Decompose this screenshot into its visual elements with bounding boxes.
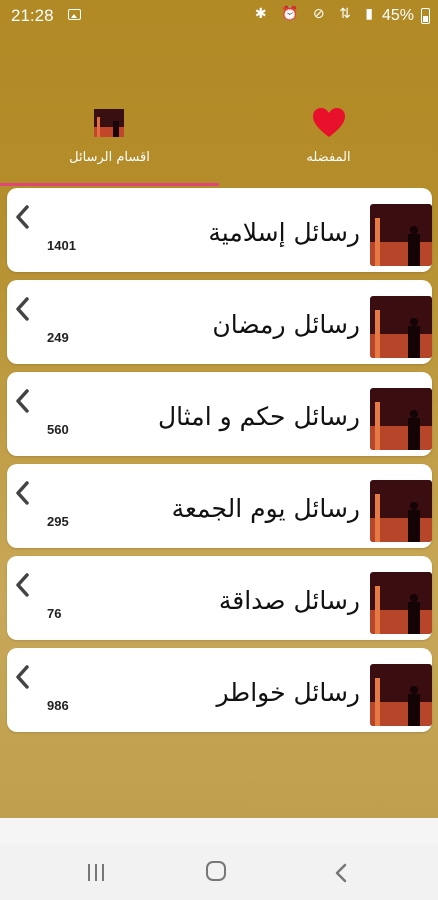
chevron-left-icon — [16, 665, 29, 689]
category-image-icon — [94, 109, 124, 137]
message-count: 249 — [47, 330, 69, 345]
mosque-thumbnail-icon — [370, 204, 432, 266]
back-icon[interactable] — [332, 862, 350, 884]
category-card[interactable]: 560 رسائل حكم و امثال — [7, 372, 432, 456]
home-icon[interactable] — [206, 861, 226, 881]
mosque-thumbnail-icon — [370, 480, 432, 542]
category-title: رسائل حكم و امثال — [157, 402, 360, 431]
tab-categories-label: اقسام الرسائل — [69, 150, 150, 165]
mosque-thumbnail-icon — [370, 388, 432, 450]
mosque-thumbnail-icon — [370, 296, 432, 358]
tab-bar: اقسام الرسائل المفضله — [0, 100, 438, 186]
status-bar: 21:28 ✱ ⏰ ⊘ ⇅ ▮ 45% — [0, 0, 438, 32]
category-card[interactable]: 295 رسائل يوم الجمعة — [7, 464, 432, 548]
message-count: 1401 — [47, 238, 76, 253]
chevron-left-icon — [16, 389, 29, 413]
category-card[interactable]: 986 رسائل خواطر — [7, 648, 432, 732]
mosque-thumbnail-icon — [370, 664, 432, 726]
system-nav-bar — [0, 844, 438, 900]
status-icons: ✱ ⏰ ⊘ ⇅ ▮ — [254, 6, 378, 22]
chevron-left-icon — [16, 481, 29, 505]
chevron-left-icon — [16, 573, 29, 597]
mosque-thumbnail-icon — [370, 572, 432, 634]
recents-icon[interactable] — [86, 864, 108, 882]
battery-icon — [421, 8, 430, 24]
status-time: 21:28 — [11, 6, 54, 25]
heart-icon — [313, 108, 345, 137]
category-card[interactable]: 1401 رسائل إسلامية — [7, 188, 432, 272]
selected-tab-indicator — [0, 183, 219, 186]
message-count: 986 — [47, 698, 69, 713]
category-title: رسائل إسلامية — [208, 218, 360, 247]
tab-favorites-label: المفضله — [306, 150, 351, 165]
tab-categories[interactable]: اقسام الرسائل — [0, 100, 219, 186]
bottom-strip — [0, 818, 438, 844]
tab-favorites[interactable]: المفضله — [219, 100, 438, 186]
category-card[interactable]: 76 رسائل صداقة — [7, 556, 432, 640]
chevron-left-icon — [16, 297, 29, 321]
message-count: 560 — [47, 422, 69, 437]
category-title: رسائل صداقة — [218, 586, 360, 615]
chevron-left-icon — [16, 205, 29, 229]
message-count: 295 — [47, 514, 69, 529]
category-title: رسائل رمضان — [212, 310, 360, 339]
category-card[interactable]: 249 رسائل رمضان — [7, 280, 432, 364]
message-count: 76 — [47, 606, 62, 621]
battery-percent: 45% — [381, 7, 414, 24]
category-title: رسائل يوم الجمعة — [171, 494, 360, 523]
gallery-notification-icon — [68, 9, 81, 20]
category-title: رسائل خواطر — [216, 678, 360, 707]
